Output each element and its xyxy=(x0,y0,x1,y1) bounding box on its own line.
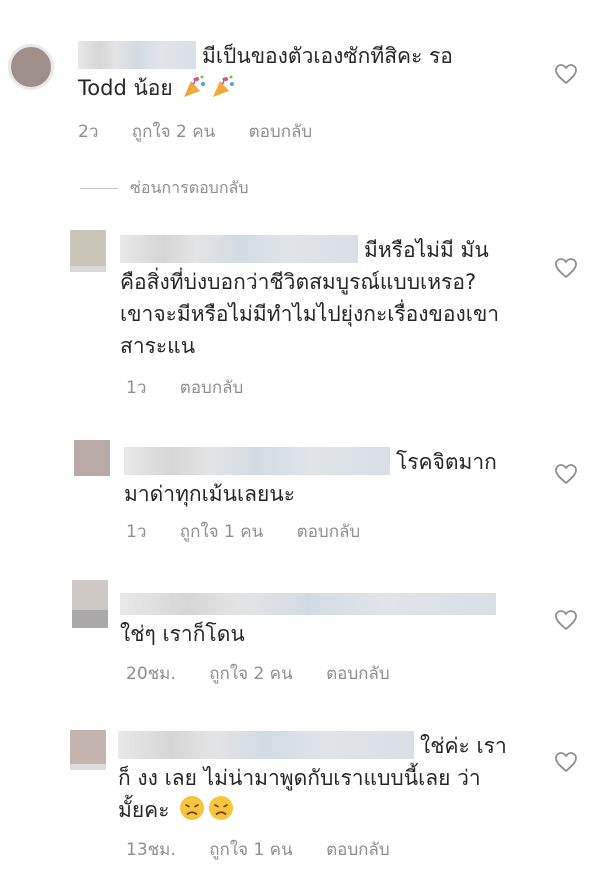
comment-time: 2ว xyxy=(78,122,99,142)
username-blurred[interactable] xyxy=(120,235,358,263)
reply-button[interactable]: ตอบกลับ xyxy=(297,522,361,542)
comment-meta: 2ว ถูกใจ 2 คน ตอบกลับ xyxy=(78,118,340,145)
hide-replies-button[interactable]: ซ่อนการตอบกลับ xyxy=(80,176,248,201)
comment-time: 20ชม. xyxy=(126,664,176,684)
party-popper-icon xyxy=(211,75,237,108)
comment-text: มีหรือไม่มี มัน xyxy=(364,238,489,262)
avatar[interactable] xyxy=(72,580,108,628)
comment-meta: 13ชม. ถูกใจ 1 คน ตอบกลับ xyxy=(126,836,418,863)
disappointed-face-icon xyxy=(179,795,205,830)
heart-icon[interactable] xyxy=(554,608,578,632)
reply-button[interactable]: ตอบกลับ xyxy=(326,840,390,860)
username-blurred[interactable] xyxy=(118,731,414,759)
comment-text: มาด่าทุกเม้นเลยนะ xyxy=(124,482,295,506)
comment-text: Todd น้อย xyxy=(78,76,173,100)
reply-button[interactable]: ตอบกลับ xyxy=(249,122,313,142)
likes-count[interactable]: ถูกใจ 1 คน xyxy=(209,840,292,860)
username-blurred[interactable] xyxy=(120,593,496,615)
comment-text: มีเป็นของตัวเองซักทีสิคะ รอ xyxy=(202,44,453,68)
likes-count[interactable]: ถูกใจ 2 คน xyxy=(209,664,292,684)
comment-text: มั้ยคะ xyxy=(118,798,170,822)
heart-icon[interactable] xyxy=(554,256,578,280)
comment-time: 13ชม. xyxy=(126,840,176,860)
username-blurred[interactable] xyxy=(78,41,196,69)
party-popper-icon xyxy=(182,75,208,108)
comment-time: 1ว xyxy=(126,378,147,398)
comment-text: คือสิ่งที่บ่งบอกว่าชีวิตสมบูรณ์แบบเหรอ? xyxy=(120,270,477,294)
comment-text: สาระแน xyxy=(120,334,196,358)
comment-meta: 1ว ถูกใจ 1 คน ตอบกลับ xyxy=(126,518,388,545)
comment-text: โรคจิตมาก xyxy=(396,450,497,474)
comment-text: ใช่ๆ เราก็โดน xyxy=(120,622,245,646)
comment-text: ใช่ค่ะ เรา xyxy=(420,734,507,758)
avatar[interactable] xyxy=(70,230,106,272)
hide-replies-label: ซ่อนการตอบกลับ xyxy=(130,178,249,197)
comment-time: 1ว xyxy=(126,522,147,542)
likes-count[interactable]: ถูกใจ 1 คน xyxy=(180,522,263,542)
username-blurred[interactable] xyxy=(124,447,390,475)
avatar[interactable] xyxy=(74,440,110,476)
divider-line xyxy=(80,188,118,189)
reply-button[interactable]: ตอบกลับ xyxy=(180,378,244,398)
likes-count[interactable]: ถูกใจ 2 คน xyxy=(132,122,215,142)
avatar[interactable] xyxy=(70,730,106,770)
reply-button[interactable]: ตอบกลับ xyxy=(326,664,390,684)
heart-icon[interactable] xyxy=(554,62,578,86)
heart-icon[interactable] xyxy=(554,750,578,774)
comment-meta: 20ชม. ถูกใจ 2 คน ตอบกลับ xyxy=(126,660,418,687)
comment-text: เขาจะมีหรือไม่มีทำไมไปยุ่งกะเรื่องของเขา xyxy=(120,302,500,326)
disappointed-face-icon xyxy=(208,795,234,830)
heart-icon[interactable] xyxy=(554,462,578,486)
comment-meta: 1ว ตอบกลับ xyxy=(126,374,271,401)
avatar[interactable] xyxy=(8,44,54,90)
comment-text: ก็ งง เลย ไม่น่ามาพูดกับเราแบบนี้เลย ว่า xyxy=(118,766,481,790)
